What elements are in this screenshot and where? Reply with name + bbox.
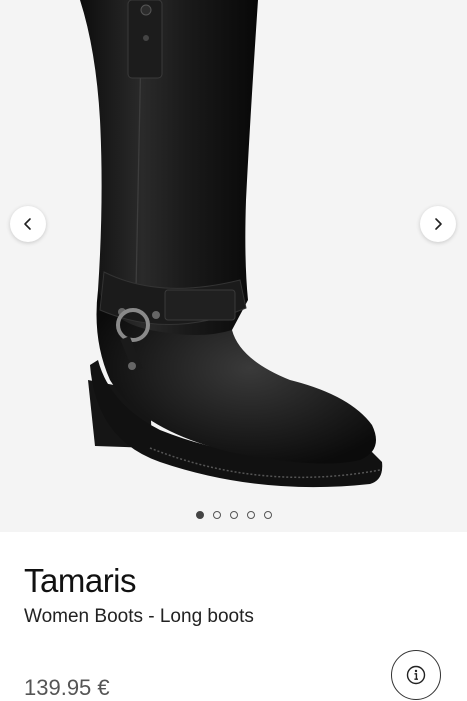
gallery-dot[interactable] (229, 511, 238, 519)
gallery-dot[interactable] (263, 511, 272, 519)
gallery-pagination-dots (0, 511, 467, 523)
chevron-left-icon (24, 218, 31, 230)
info-button[interactable] (391, 650, 441, 700)
product-price: 139.95 € (24, 675, 110, 700)
info-icon (406, 665, 426, 685)
boot-product-image (80, 0, 383, 488)
gallery-dot[interactable] (212, 511, 221, 519)
gallery-dot[interactable] (195, 511, 204, 519)
product-image-gallery[interactable] (0, 0, 467, 532)
chevron-right-icon (435, 218, 442, 230)
next-image-button[interactable] (420, 206, 456, 242)
product-category: Women Boots - Long boots (24, 606, 254, 627)
gallery-dot[interactable] (246, 511, 255, 519)
brand-name: Tamaris (24, 562, 137, 599)
previous-image-button[interactable] (10, 206, 46, 242)
